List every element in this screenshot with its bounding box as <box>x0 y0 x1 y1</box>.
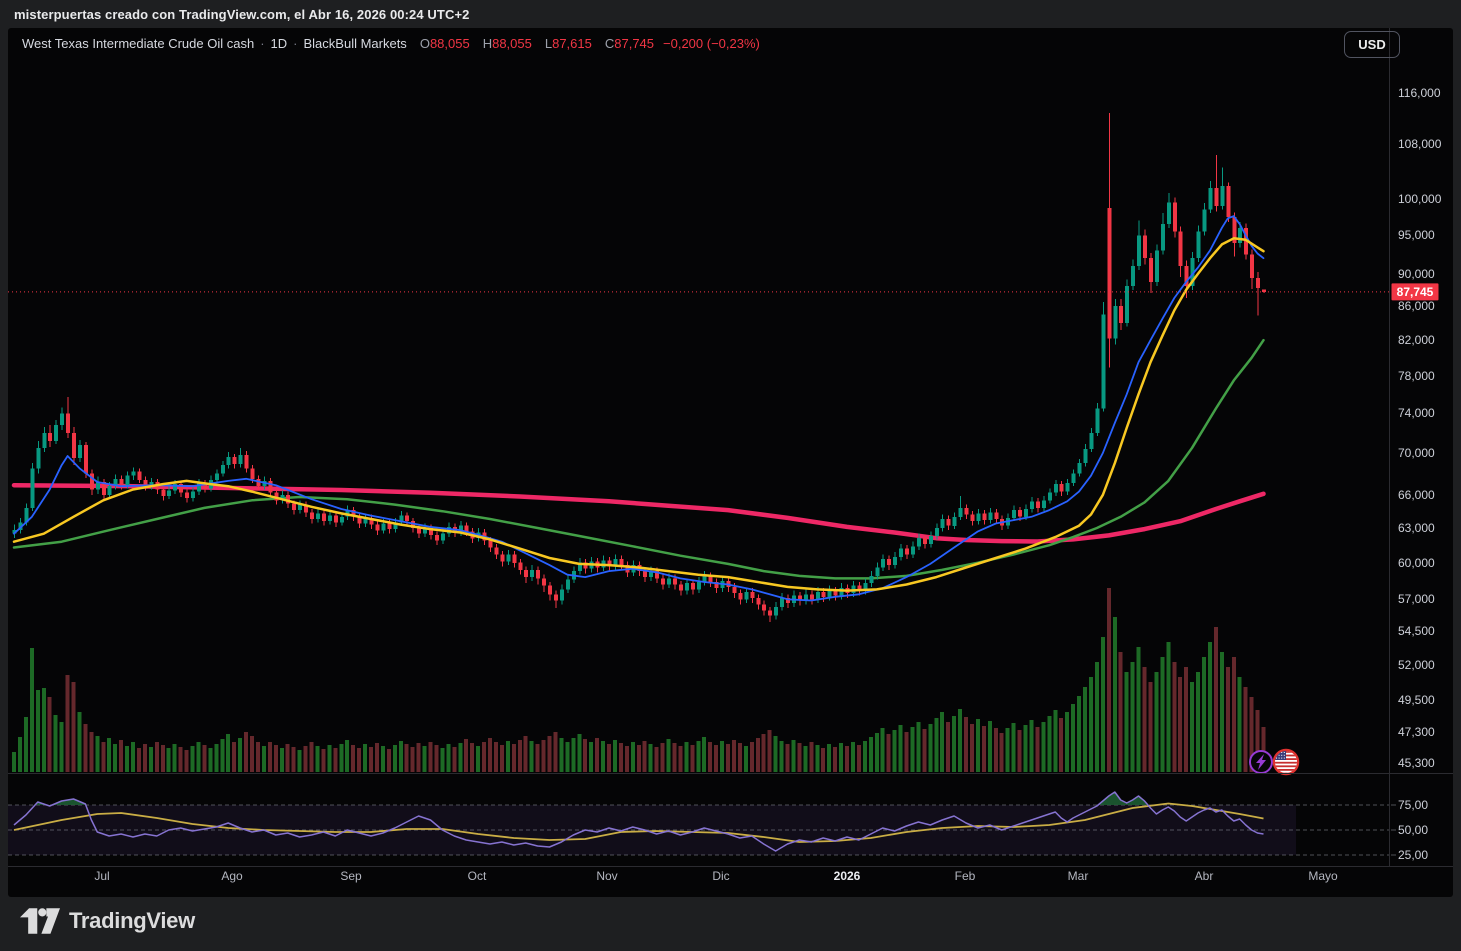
price-axis-label: 108,000 <box>1398 137 1442 151</box>
legend-separator: · <box>293 36 298 51</box>
change-value: −0,200 (−0,23%) <box>663 36 760 51</box>
chart-panel: 116,000 108,000 100,000 95,000 90,000 86,000 8… <box>8 28 1453 897</box>
price-axis-label: 100,000 <box>1398 192 1442 206</box>
pane-icons <box>1249 748 1300 776</box>
tradingview-logo-text: TradingView <box>69 908 195 933</box>
time-axis-label: Feb <box>955 869 976 883</box>
time-axis-label: 2026 <box>834 869 861 883</box>
rsi-axis-label: 50,00 <box>1398 823 1428 837</box>
attribution-bar: misterpuertas creado con TradingView.com… <box>0 0 1461 28</box>
open-value: 88,055 <box>429 36 470 51</box>
price-axis-label: 45,300 <box>1398 756 1435 770</box>
svg-text:87,745: 87,745 <box>1397 285 1434 299</box>
price-axis-label: 116,000 <box>1398 86 1441 100</box>
time-axis-label: Ago <box>221 869 243 883</box>
close-letter: C <box>604 36 615 51</box>
time-axis-label: Oct <box>468 869 487 883</box>
price-axis[interactable]: 116,000108,000100,00095,00090,00086,0008… <box>1398 86 1442 862</box>
price-axis-label: 49,500 <box>1398 693 1435 707</box>
volume-layer <box>12 588 1266 772</box>
price-axis-label: 82,000 <box>1398 333 1435 347</box>
current-price-label: 87,745 <box>1391 283 1439 301</box>
price-axis-label: 86,000 <box>1398 299 1435 313</box>
exchange-label[interactable]: BlackBull Markets <box>304 36 407 51</box>
low-value: 87,615 <box>552 36 592 51</box>
price-axis-label: 57,000 <box>1398 592 1435 606</box>
us-flag-icon[interactable] <box>1272 748 1300 776</box>
legend-separator: · <box>260 36 265 51</box>
price-axis-label: 95,000 <box>1398 228 1435 242</box>
footer-bar: TradingView <box>0 897 1461 951</box>
interval-label[interactable]: 1D <box>271 36 288 51</box>
time-axis-label: Jul <box>94 869 109 883</box>
symbol-legend: West Texas Intermediate Crude Oil cash · 1… <box>22 36 760 51</box>
open-letter: O <box>419 36 430 51</box>
time-axis-label: Dic <box>712 869 729 883</box>
price-axis-label: 54,500 <box>1398 624 1435 638</box>
ma-100-line <box>12 338 1265 580</box>
price-axis-label: 90,000 <box>1398 267 1435 281</box>
rsi-axis-label: 75,00 <box>1398 798 1428 812</box>
low-letter: L <box>544 36 553 51</box>
time-axis[interactable]: Jul Ago Sep Oct Nov Dic 2026 Feb Mar Abr Mayo <box>94 869 1338 883</box>
price-axis-label: 47,300 <box>1398 725 1435 739</box>
candles-layer <box>12 112 1266 623</box>
price-axis-label: 74,000 <box>1398 406 1435 420</box>
price-axis-label: 52,000 <box>1398 658 1435 672</box>
rsi-axis-label: 25,00 <box>1398 848 1428 862</box>
tradingview-chart-screenshot: { "attribution": "misterpuertas creado c… <box>0 0 1461 951</box>
time-axis-label: Sep <box>340 869 362 883</box>
lightning-icon[interactable] <box>1249 750 1273 774</box>
high-letter: H <box>482 36 493 51</box>
tradingview-logo[interactable]: TradingView <box>20 908 195 934</box>
attribution-text: misterpuertas creado con TradingView.com… <box>14 7 470 22</box>
chart-canvas[interactable]: 116,000108,000100,00095,00090,00086,0008… <box>8 28 1453 897</box>
price-axis-label: 78,000 <box>1398 369 1435 383</box>
price-axis-label: 70,000 <box>1398 446 1435 460</box>
ma-fast-line <box>13 215 1265 602</box>
close-value: 87,745 <box>614 36 655 51</box>
time-axis-label: Mar <box>1068 869 1089 883</box>
price-axis-label: 60,000 <box>1398 556 1435 570</box>
time-axis-label: Abr <box>1195 869 1214 883</box>
time-axis-label: Mayo <box>1308 869 1338 883</box>
price-axis-label: 63,000 <box>1398 521 1435 535</box>
currency-usd-button[interactable]: USD <box>1344 31 1400 58</box>
time-axis-label: Nov <box>596 869 617 883</box>
tradingview-logo-icon <box>20 908 60 934</box>
price-axis-label: 66,000 <box>1398 488 1435 502</box>
symbol-title[interactable]: West Texas Intermediate Crude Oil cash <box>22 36 254 51</box>
high-value: 88,055 <box>492 36 532 51</box>
